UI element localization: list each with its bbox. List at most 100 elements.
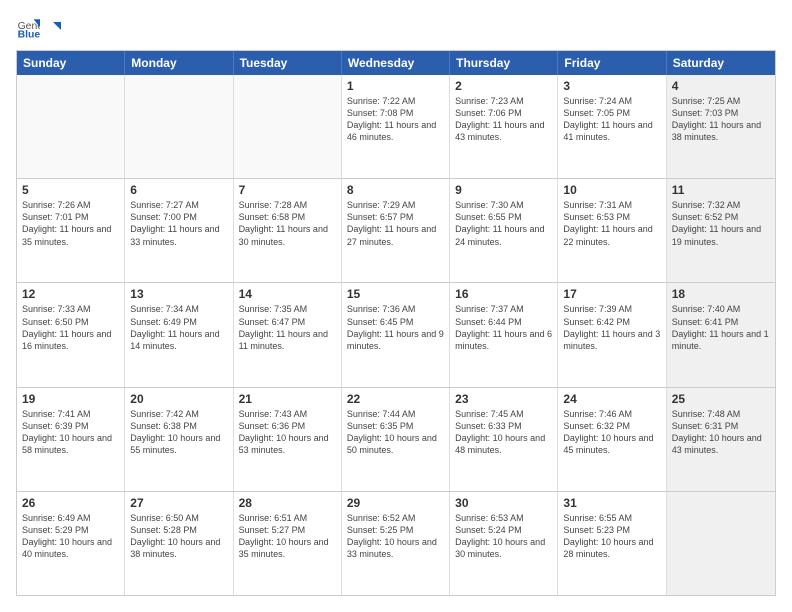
calendar-row: 12Sunrise: 7:33 AM Sunset: 6:50 PM Dayli…: [17, 282, 775, 386]
day-info: Sunrise: 7:45 AM Sunset: 6:33 PM Dayligh…: [455, 408, 552, 457]
day-number: 9: [455, 183, 552, 197]
calendar-cell: 19 Sunrise: 7:41 AM Sunset: 6:39 PM Dayli…: [17, 388, 125, 491]
weekday-header: Friday: [558, 51, 666, 75]
day-number: 1: [347, 79, 444, 93]
day-number: 25: [672, 392, 770, 406]
day-info: Sunrise: 7:26 AM Sunset: 7:01 PM Dayligh…: [22, 199, 119, 248]
day-number: 2: [455, 79, 552, 93]
day-number: 19: [22, 392, 119, 406]
day-info: Sunrise: 7:25 AM Sunset: 7:03 PM Dayligh…: [672, 95, 770, 144]
day-info: Sunrise: 7:28 AM Sunset: 6:58 PM Dayligh…: [239, 199, 336, 248]
calendar-cell: [234, 75, 342, 178]
day-info: Sunrise: 7:30 AM Sunset: 6:55 PM Dayligh…: [455, 199, 552, 248]
calendar-cell: 24Sunrise: 7:46 AM Sunset: 6:32 PM Dayli…: [558, 388, 666, 491]
day-info: Sunrise: 7:37 AM Sunset: 6:44 PM Dayligh…: [455, 303, 552, 352]
calendar-row: 19 Sunrise: 7:41 AM Sunset: 6:39 PM Dayli…: [17, 387, 775, 491]
day-info: Sunrise: 7:35 AM Sunset: 6:47 PM Dayligh…: [239, 303, 336, 352]
calendar-row: 1 Sunrise: 7:22 AM Sunset: 7:08 PM Daylig…: [17, 75, 775, 178]
day-info: Sunrise: 6:50 AM Sunset: 5:28 PM Dayligh…: [130, 512, 227, 561]
day-number: 5: [22, 183, 119, 197]
logo-icon: General Blue: [16, 16, 40, 40]
calendar-cell: 29 Sunrise: 6:52 AM Sunset: 5:25 PM Dayli…: [342, 492, 450, 595]
day-info: Sunrise: 7:29 AM Sunset: 6:57 PM Dayligh…: [347, 199, 444, 248]
calendar-row: 5 Sunrise: 7:26 AM Sunset: 7:01 PM Daylig…: [17, 178, 775, 282]
day-number: 4: [672, 79, 770, 93]
calendar-row: 26 Sunrise: 6:49 AM Sunset: 5:29 PM Dayli…: [17, 491, 775, 595]
day-number: 27: [130, 496, 227, 510]
day-info: Sunrise: 7:39 AM Sunset: 6:42 PM Dayligh…: [563, 303, 660, 352]
calendar-cell: 21 Sunrise: 7:43 AM Sunset: 6:36 PM Dayli…: [234, 388, 342, 491]
day-info: Sunrise: 7:27 AM Sunset: 7:00 PM Dayligh…: [130, 199, 227, 248]
day-number: 10: [563, 183, 660, 197]
calendar-header: SundayMondayTuesdayWednesdayThursdayFrid…: [17, 51, 775, 75]
day-info: Sunrise: 7:48 AM Sunset: 6:31 PM Dayligh…: [672, 408, 770, 457]
calendar-cell: 12Sunrise: 7:33 AM Sunset: 6:50 PM Dayli…: [17, 283, 125, 386]
svg-text:Blue: Blue: [18, 30, 40, 40]
day-info: Sunrise: 7:24 AM Sunset: 7:05 PM Dayligh…: [563, 95, 660, 144]
calendar-cell: 3Sunrise: 7:24 AM Sunset: 7:05 PM Daylig…: [558, 75, 666, 178]
calendar-cell: [17, 75, 125, 178]
calendar-cell: 8 Sunrise: 7:29 AM Sunset: 6:57 PM Daylig…: [342, 179, 450, 282]
day-number: 20: [130, 392, 227, 406]
day-number: 17: [563, 287, 660, 301]
day-number: 24: [563, 392, 660, 406]
calendar: SundayMondayTuesdayWednesdayThursdayFrid…: [16, 50, 776, 596]
calendar-cell: 11 Sunrise: 7:32 AM Sunset: 6:52 PM Dayli…: [667, 179, 775, 282]
day-number: 16: [455, 287, 552, 301]
weekday-header: Sunday: [17, 51, 125, 75]
calendar-cell: 25 Sunrise: 7:48 AM Sunset: 6:31 PM Dayli…: [667, 388, 775, 491]
calendar-cell: 23 Sunrise: 7:45 AM Sunset: 6:33 PM Dayli…: [450, 388, 558, 491]
day-info: Sunrise: 7:43 AM Sunset: 6:36 PM Dayligh…: [239, 408, 336, 457]
day-info: Sunrise: 7:22 AM Sunset: 7:08 PM Dayligh…: [347, 95, 444, 144]
day-info: Sunrise: 7:40 AM Sunset: 6:41 PM Dayligh…: [672, 303, 770, 352]
day-info: Sunrise: 7:31 AM Sunset: 6:53 PM Dayligh…: [563, 199, 660, 248]
calendar-cell: 30Sunrise: 6:53 AM Sunset: 5:24 PM Dayli…: [450, 492, 558, 595]
day-info: Sunrise: 6:51 AM Sunset: 5:27 PM Dayligh…: [239, 512, 336, 561]
calendar-cell: 6Sunrise: 7:27 AM Sunset: 7:00 PM Daylig…: [125, 179, 233, 282]
day-info: Sunrise: 7:42 AM Sunset: 6:38 PM Dayligh…: [130, 408, 227, 457]
day-info: Sunrise: 7:32 AM Sunset: 6:52 PM Dayligh…: [672, 199, 770, 248]
weekday-header: Saturday: [667, 51, 775, 75]
calendar-cell: 14 Sunrise: 7:35 AM Sunset: 6:47 PM Dayli…: [234, 283, 342, 386]
day-number: 29: [347, 496, 444, 510]
calendar-cell: 22Sunrise: 7:44 AM Sunset: 6:35 PM Dayli…: [342, 388, 450, 491]
day-number: 23: [455, 392, 552, 406]
weekday-header: Monday: [125, 51, 233, 75]
day-info: Sunrise: 7:36 AM Sunset: 6:45 PM Dayligh…: [347, 303, 444, 352]
day-number: 30: [455, 496, 552, 510]
day-number: 31: [563, 496, 660, 510]
calendar-cell: 17 Sunrise: 7:39 AM Sunset: 6:42 PM Dayli…: [558, 283, 666, 386]
day-number: 8: [347, 183, 444, 197]
weekday-header: Tuesday: [234, 51, 342, 75]
calendar-cell: 2 Sunrise: 7:23 AM Sunset: 7:06 PM Daylig…: [450, 75, 558, 178]
day-number: 18: [672, 287, 770, 301]
day-info: Sunrise: 6:49 AM Sunset: 5:29 PM Dayligh…: [22, 512, 119, 561]
day-info: Sunrise: 6:52 AM Sunset: 5:25 PM Dayligh…: [347, 512, 444, 561]
calendar-cell: 1 Sunrise: 7:22 AM Sunset: 7:08 PM Daylig…: [342, 75, 450, 178]
day-number: 11: [672, 183, 770, 197]
calendar-cell: 31 Sunrise: 6:55 AM Sunset: 5:23 PM Dayli…: [558, 492, 666, 595]
calendar-cell: 18 Sunrise: 7:40 AM Sunset: 6:41 PM Dayli…: [667, 283, 775, 386]
day-number: 14: [239, 287, 336, 301]
day-info: Sunrise: 7:44 AM Sunset: 6:35 PM Dayligh…: [347, 408, 444, 457]
day-number: 28: [239, 496, 336, 510]
day-number: 15: [347, 287, 444, 301]
weekday-header: Thursday: [450, 51, 558, 75]
day-number: 21: [239, 392, 336, 406]
logo-triangle: [45, 20, 61, 36]
day-number: 12: [22, 287, 119, 301]
calendar-cell: 28 Sunrise: 6:51 AM Sunset: 5:27 PM Dayli…: [234, 492, 342, 595]
calendar-cell: 20 Sunrise: 7:42 AM Sunset: 6:38 PM Dayli…: [125, 388, 233, 491]
calendar-cell: 26 Sunrise: 6:49 AM Sunset: 5:29 PM Dayli…: [17, 492, 125, 595]
calendar-cell: 9 Sunrise: 7:30 AM Sunset: 6:55 PM Daylig…: [450, 179, 558, 282]
day-info: Sunrise: 7:23 AM Sunset: 7:06 PM Dayligh…: [455, 95, 552, 144]
calendar-cell: 16 Sunrise: 7:37 AM Sunset: 6:44 PM Dayli…: [450, 283, 558, 386]
logo: General Blue: [16, 16, 62, 40]
day-number: 7: [239, 183, 336, 197]
calendar-cell: 13Sunrise: 7:34 AM Sunset: 6:49 PM Dayli…: [125, 283, 233, 386]
weekday-header: Wednesday: [342, 51, 450, 75]
calendar-cell: 4 Sunrise: 7:25 AM Sunset: 7:03 PM Daylig…: [667, 75, 775, 178]
day-info: Sunrise: 7:41 AM Sunset: 6:39 PM Dayligh…: [22, 408, 119, 457]
day-info: Sunrise: 6:55 AM Sunset: 5:23 PM Dayligh…: [563, 512, 660, 561]
day-number: 26: [22, 496, 119, 510]
